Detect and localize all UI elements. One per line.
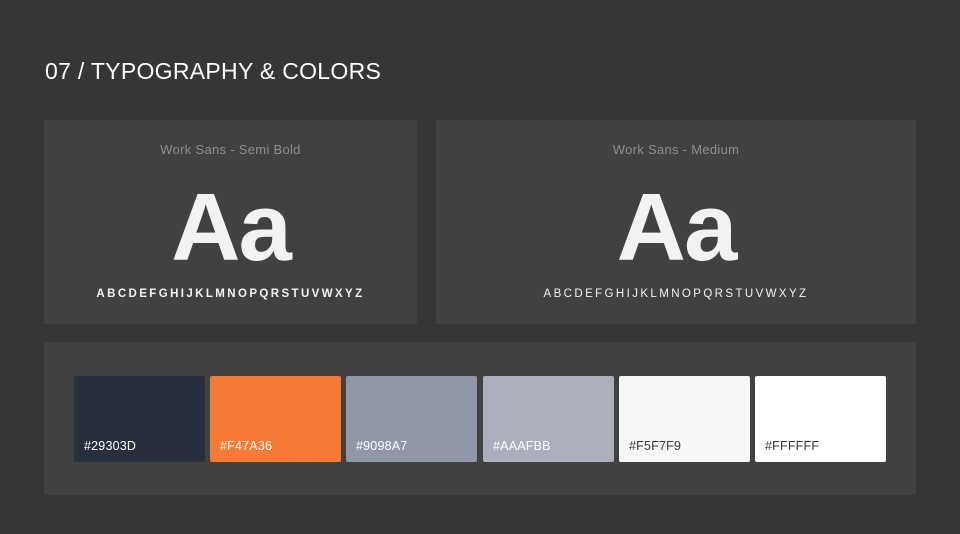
color-swatch: #9098A7 xyxy=(346,376,477,462)
color-swatch: #F47A36 xyxy=(210,376,341,462)
font-alphabet: ABCDEFGHIJKLMNOPQRSTUVWXYZ xyxy=(96,288,365,300)
color-palette: #29303D #F47A36 #9098A7 #AAAFBB #F5F7F9 … xyxy=(44,342,916,495)
font-card-semibold: Work Sans - Semi Bold Aa ABCDEFGHIJKLMNO… xyxy=(44,120,417,324)
color-swatch-label: #9098A7 xyxy=(356,439,408,453)
color-swatch-label: #AAAFBB xyxy=(493,439,551,453)
color-swatch: #FFFFFF xyxy=(755,376,886,462)
color-swatch-label: #FFFFFF xyxy=(765,439,820,453)
color-swatch-label: #F47A36 xyxy=(220,439,273,453)
font-name: Work Sans - Semi Bold xyxy=(160,142,301,157)
font-card-medium: Work Sans - Medium Aa ABCDEFGHIJKLMNOPQR… xyxy=(436,120,916,324)
color-swatch-label: #29303D xyxy=(84,439,137,453)
font-sample: Aa xyxy=(171,174,292,281)
color-swatch: #F5F7F9 xyxy=(619,376,750,462)
font-name: Work Sans - Medium xyxy=(612,142,740,157)
font-alphabet: ABCDEFGHIJKLMNOPQRSTUVWXYZ xyxy=(543,288,809,300)
color-swatch: #AAAFBB xyxy=(483,376,614,462)
color-swatch-label: #F5F7F9 xyxy=(629,439,682,453)
page-title: 07 / TYPOGRAPHY & COLORS xyxy=(45,58,382,84)
font-sample: Aa xyxy=(616,174,738,281)
color-swatch: #29303D xyxy=(74,376,205,462)
